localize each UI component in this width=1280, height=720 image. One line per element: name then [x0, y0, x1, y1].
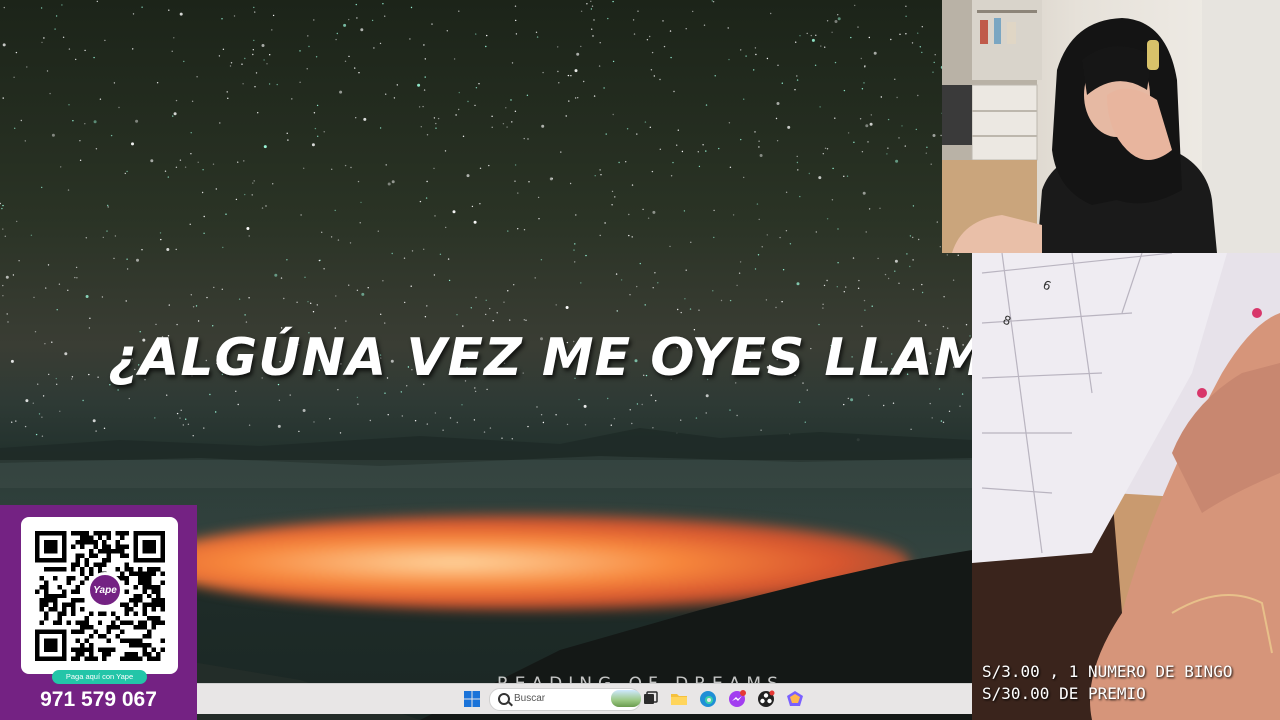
app-icon[interactable]	[786, 690, 804, 708]
taskbar-search-input[interactable]: Buscar	[489, 688, 641, 711]
yape-phone-number: 971 579 067	[40, 688, 157, 711]
qr-card: Yape	[21, 517, 178, 674]
file-explorer-icon[interactable]	[670, 690, 688, 708]
starry-sky	[0, 0, 971, 442]
pay-with-yape-label: Paga aquí con Yape	[52, 670, 147, 684]
lyric-caption: ¿ALGÚNA VEZ ME OYES LLAMÁN	[108, 328, 972, 388]
search-placeholder: Buscar	[514, 693, 546, 704]
search-icon	[498, 693, 510, 705]
yape-payment-panel: Yape Paga aquí con Yape 971 579 067	[0, 505, 197, 720]
bingo-price-line: S/3.00 , 1 NUMERO DE BINGO	[982, 662, 1233, 681]
bingo-prize-line: S/30.00 DE PREMIO	[982, 684, 1146, 703]
windows-start-icon[interactable]	[463, 690, 481, 708]
bingo-card-scene: 8 6	[972, 253, 1280, 720]
windows-taskbar: Buscar	[197, 683, 972, 714]
edge-icon[interactable]	[699, 690, 717, 708]
bingo-prize-info: S/3.00 , 1 NUMERO DE BINGO S/30.00 DE PR…	[982, 661, 1232, 705]
task-view-icon[interactable]	[641, 690, 659, 708]
webcam-scene	[942, 0, 1280, 253]
obs-icon[interactable]	[757, 690, 775, 708]
streamer-webcam	[942, 0, 1280, 253]
messenger-icon[interactable]	[728, 690, 746, 708]
search-highlight-image	[611, 690, 641, 707]
bingo-card-camera: 8 6	[972, 253, 1280, 720]
yape-logo-icon: Yape	[87, 572, 123, 608]
